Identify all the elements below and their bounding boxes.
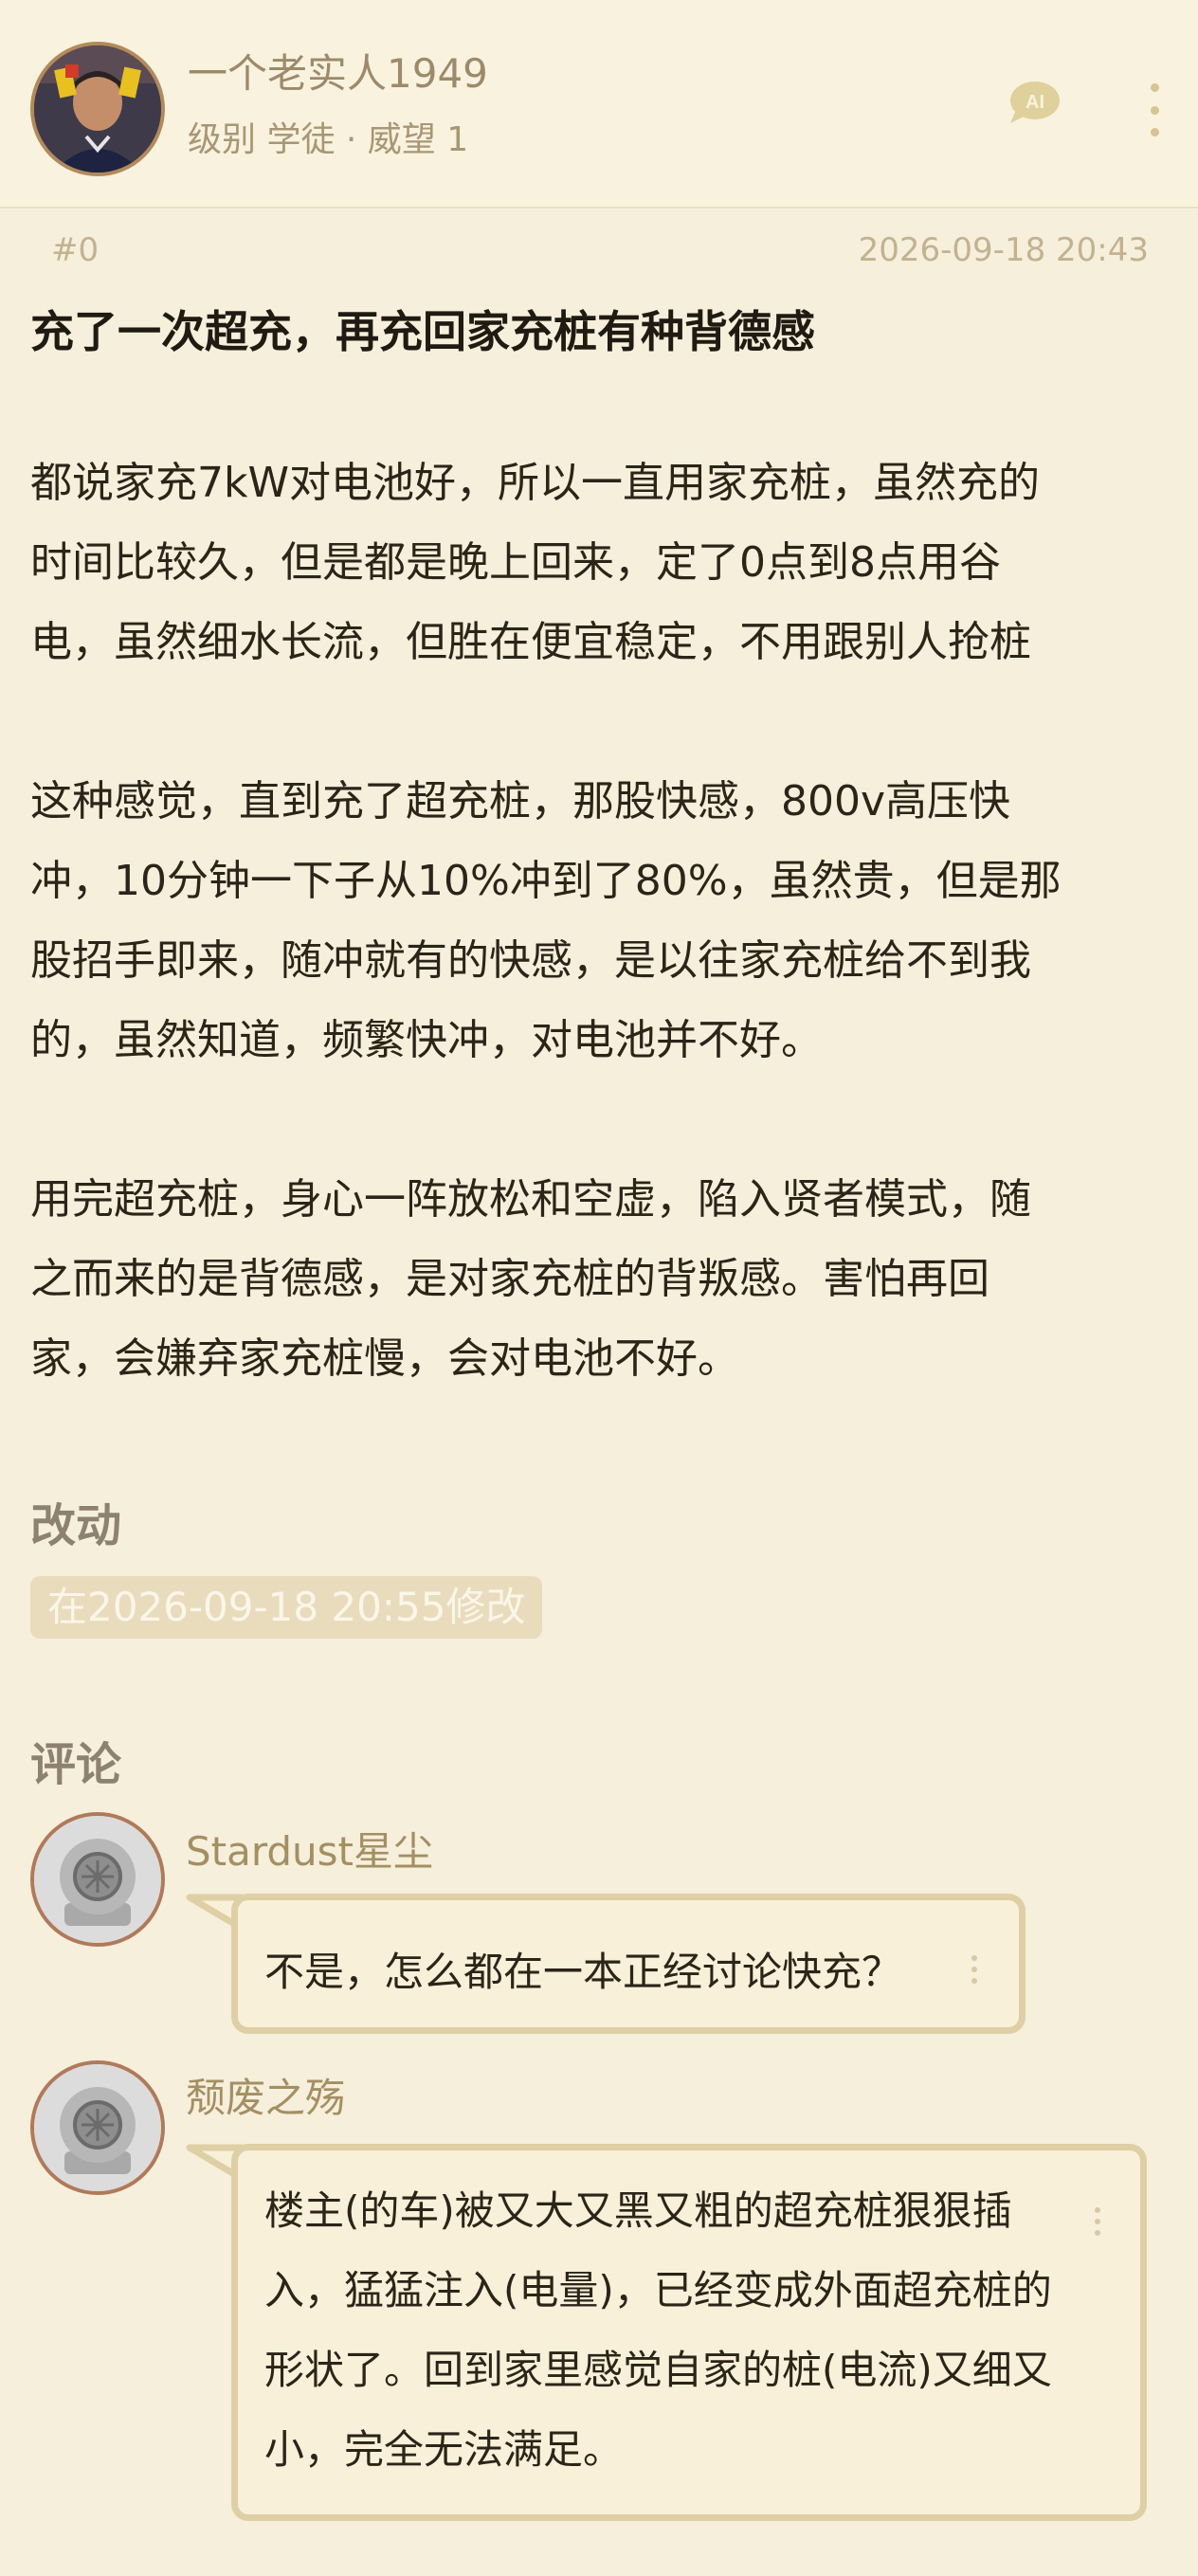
post-paragraph: 都说家充7kW对电池好，所以一直用家充桩，虽然充的 时间比较久，但是都是晚上回来… xyxy=(30,459,1040,666)
comment-text: 楼主(的车)被又大又黑又粗的超充桩狠狠插 入，猛猛注入(电量)，已经变成外面超充… xyxy=(264,2187,1052,2473)
post-paragraph: 用完超充桩，身心一阵放松和空虚，陷入贤者模式，随 之而来的是背德感，是对家充桩的… xyxy=(30,1175,1031,1383)
diving-helmet-avatar-icon xyxy=(34,2064,161,2191)
comment-bubble[interactable]: 楼主(的车)被又大又黑又粗的超充桩狠狠插 入，猛猛注入(电量)，已经变成外面超充… xyxy=(231,2144,1147,2521)
comment-text: 不是，怎么都在一本正经讨论快充？ xyxy=(264,1949,902,1995)
comment-author-name[interactable]: Stardust星尘 xyxy=(186,1820,433,1878)
author-meta: 级别 学徒 · 威望 1 xyxy=(188,120,469,159)
edits-heading: 改动 xyxy=(30,1499,122,1552)
comments-heading: 评论 xyxy=(30,1738,122,1791)
more-vertical-icon[interactable] xyxy=(971,1955,977,1984)
edit-badge: 在2026-09-18 20:55修改 xyxy=(30,1576,543,1639)
diving-helmet-avatar-icon xyxy=(34,1816,161,1943)
comment-bubble[interactable]: 不是，怎么都在一本正经讨论快充？ xyxy=(231,1894,1026,2034)
post-time: 2026-09-18 20:43 xyxy=(858,231,1149,269)
author-name[interactable]: 一个老实人1949 xyxy=(188,42,488,100)
floor-number: #0 xyxy=(51,231,100,269)
author-avatar[interactable] xyxy=(30,42,165,176)
post-title: 充了一次超充，再充回家充桩有种背德感 xyxy=(30,306,815,357)
post-header: 一个老实人1949 级别 学徒 · 威望 1 AI xyxy=(0,0,1198,209)
post-body: 都说家充7kW对电池好，所以一直用家充桩，虽然充的 时间比较久，但是都是晚上回来… xyxy=(30,444,1177,1478)
more-vertical-icon[interactable] xyxy=(1095,2207,1100,2236)
post-paragraph: 这种感觉，直到充了超充桩，那股快感，800v高压快 冲，10分钟一下子从10%冲… xyxy=(30,777,1062,1064)
comment-author-name[interactable]: 颓废之殇 xyxy=(186,2066,345,2124)
more-vertical-icon[interactable] xyxy=(1137,83,1171,136)
comment-avatar[interactable] xyxy=(30,2060,165,2195)
comment-avatar[interactable] xyxy=(30,1812,165,1947)
ai-icon[interactable]: AI xyxy=(1003,78,1065,131)
svg-text:AI: AI xyxy=(1026,92,1044,113)
